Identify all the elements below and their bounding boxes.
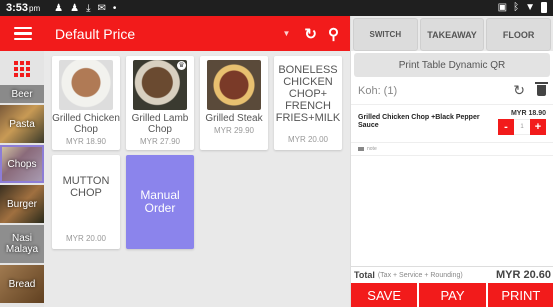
note-field[interactable]: note [351, 143, 553, 156]
status-bar: 3:53pm ♟ ♟ ⤓ ✉ • ▣ ᛒ ▼ [0, 0, 553, 16]
category-pasta[interactable]: Pasta [0, 105, 44, 143]
category-beer[interactable]: Beer [0, 85, 44, 103]
status-time: 3:53pm [6, 2, 41, 14]
product-card-mutton-chop[interactable]: MUTTON CHOP MYR 20.00 [52, 155, 120, 249]
category-sidebar: Beer Pasta Chops Burger Nasi Malaya Brea… [0, 51, 44, 307]
note-placeholder: note [367, 146, 377, 152]
product-price: MYR 29.90 [213, 126, 255, 135]
order-panel: SWITCH TAKEAWAY FLOOR Print Table Dynami… [350, 16, 553, 307]
product-grid: Grilled Chicken Chop MYR 18.90 ♛ Grilled… [52, 56, 347, 249]
wifi-icon: ▼ [525, 2, 535, 13]
chef-hat-icon: ♛ [177, 61, 186, 70]
app-bar: Default Price ▼ ↻ ⚲ [0, 16, 350, 51]
increase-button[interactable]: + [530, 119, 546, 135]
product-card-grilled-lamb-chop[interactable]: ♛ Grilled Lamb Chop MYR 27.90 [126, 56, 194, 150]
product-name: Grilled Lamb Chop [131, 113, 189, 135]
manual-order-button[interactable]: Manual Order [126, 155, 194, 249]
product-card-boneless-chicken-chop[interactable]: BONELESS CHICKEN CHOP+ FRENCH FRIES+MILK… [274, 56, 342, 150]
caret-down-icon[interactable]: ▼ [283, 29, 291, 38]
save-button[interactable]: SAVE [351, 283, 418, 307]
refresh-icon[interactable]: ↻ [513, 82, 525, 99]
product-name: MUTTON CHOP [62, 175, 110, 200]
action-bar: SAVE PAY PRINT [351, 283, 553, 307]
cast-icon: ▣ [497, 2, 508, 13]
product-name: BONELESS CHICKEN CHOP+ FRENCH FRIES+MILK [275, 64, 341, 125]
quantity-value[interactable]: 1 [514, 119, 530, 135]
product-price: MYR 20.00 [287, 135, 329, 144]
table-header: Koh: (1) ↻ [351, 77, 553, 105]
product-name: Manual Order [140, 187, 180, 215]
print-qr-button[interactable]: Print Table Dynamic QR [354, 53, 550, 77]
table-name: Koh: (1) [358, 84, 398, 97]
category-burger[interactable]: Burger [0, 185, 44, 223]
download-icon: ⤓ [86, 2, 91, 14]
total-value: MYR 20.60 [495, 269, 551, 281]
product-price: MYR 18.90 [65, 137, 107, 146]
trash-icon[interactable] [535, 82, 548, 96]
total-subtext: (Tax + Service + Rounding) [377, 271, 463, 279]
category-chops[interactable]: Chops [0, 145, 44, 183]
mail-icon: ✉ [97, 2, 106, 14]
dot-icon: • [112, 2, 117, 14]
refresh-icon[interactable]: ↻ [304, 25, 317, 43]
category-nasi-malaya[interactable]: Nasi Malaya [0, 225, 44, 263]
product-image [207, 60, 261, 110]
product-image: ♛ [133, 60, 187, 110]
order-item[interactable]: Grilled Chicken Chop +Black Pepper Sauce… [351, 105, 553, 143]
order-item-name: Grilled Chicken Chop +Black Pepper Sauce [358, 114, 480, 130]
person-icon: ♟ [54, 2, 64, 14]
product-price: MYR 27.90 [139, 137, 181, 146]
quantity-stepper: - 1 + [498, 119, 546, 135]
product-price: MYR 20.00 [65, 234, 107, 243]
print-button[interactable]: PRINT [487, 283, 553, 307]
menu-icon[interactable] [0, 26, 46, 41]
bluetooth-icon: ᛒ [513, 2, 520, 13]
takeaway-button[interactable]: TAKEAWAY [419, 18, 485, 51]
decrease-button[interactable]: - [498, 119, 514, 135]
product-name: Grilled Steak [205, 113, 263, 124]
product-card-grilled-steak[interactable]: Grilled Steak MYR 29.90 [200, 56, 268, 150]
product-name: Grilled Chicken Chop [52, 113, 120, 135]
product-card-grilled-chicken-chop[interactable]: Grilled Chicken Chop MYR 18.90 [52, 56, 120, 150]
floor-button[interactable]: FLOOR [486, 18, 552, 51]
pay-button[interactable]: PAY [419, 283, 486, 307]
price-list-title[interactable]: Default Price [55, 26, 283, 42]
switch-button[interactable]: SWITCH [353, 18, 418, 51]
total-bar: Total (Tax + Service + Rounding) MYR 20.… [351, 266, 553, 283]
all-categories-icon[interactable] [0, 51, 44, 87]
product-image [59, 60, 113, 110]
category-bread[interactable]: Bread [0, 265, 44, 303]
total-label: Total [354, 270, 375, 280]
mode-bar: SWITCH TAKEAWAY FLOOR [351, 16, 553, 51]
search-icon[interactable]: ⚲ [328, 25, 339, 43]
battery-icon [541, 2, 547, 13]
note-icon [358, 147, 364, 151]
order-item-price: MYR 18.90 [510, 110, 546, 117]
person-icon: ♟ [70, 2, 80, 14]
